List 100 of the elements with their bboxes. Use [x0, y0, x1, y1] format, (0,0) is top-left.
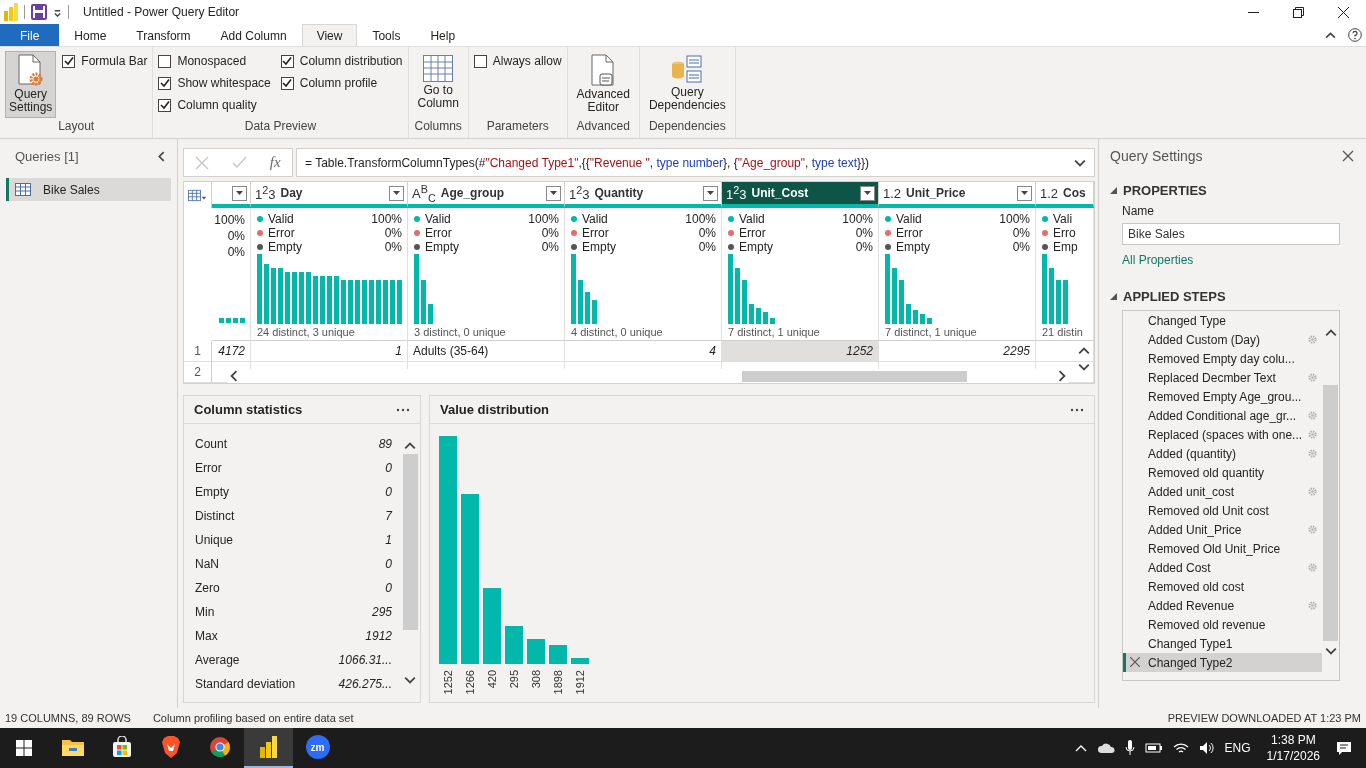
close-icon[interactable]	[1338, 6, 1349, 18]
applied-step[interactable]: Removed Old Unit_Price	[1123, 539, 1322, 558]
scroll-up-icon[interactable]	[404, 440, 416, 452]
applied-step[interactable]: Added unit_cost	[1123, 482, 1322, 501]
applied-step[interactable]: Added Unit_Price	[1123, 520, 1322, 539]
scroll-up-icon[interactable]	[1078, 345, 1090, 357]
collapse-icon[interactable]	[156, 150, 167, 162]
applied-step[interactable]: Added Custom (Day)	[1123, 330, 1322, 349]
filter-dropdown-button[interactable]	[860, 185, 875, 201]
data-type-label[interactable]: 1$^{2}$3	[726, 183, 747, 203]
chevron-up-icon[interactable]	[1074, 744, 1087, 752]
scroll-down-icon[interactable]	[1324, 645, 1337, 657]
ribbon-button[interactable]: Query Dependencies	[644, 51, 730, 116]
scrollbar-thumb[interactable]	[742, 371, 967, 382]
applied-step[interactable]: Added Cost	[1123, 558, 1322, 577]
data-type-label[interactable]: 1$^{2}$3	[255, 183, 276, 203]
applied-step[interactable]: Removed Empty day colu...	[1123, 349, 1322, 368]
data-type-label[interactable]: 1$^{2}$3	[569, 183, 590, 203]
delete-icon[interactable]	[1130, 657, 1140, 667]
query-item[interactable]: Bike Sales	[6, 178, 171, 201]
checkbox[interactable]	[62, 54, 76, 68]
database-list-icon	[670, 54, 705, 86]
clock-time[interactable]: 1:38 PM	[1270, 732, 1316, 748]
scroll-down-icon[interactable]	[1078, 361, 1090, 373]
save-icon[interactable]	[31, 4, 47, 20]
applied-step[interactable]: Replaced Decmber Text	[1123, 368, 1322, 387]
close-icon[interactable]	[1342, 150, 1354, 162]
check-icon[interactable]	[232, 156, 248, 169]
bar-label: 1912	[574, 670, 586, 695]
checkbox[interactable]	[280, 54, 294, 68]
scrollbar-thumb[interactable]	[402, 454, 418, 630]
filter-dropdown-button[interactable]	[546, 185, 561, 201]
formula-field[interactable]: = Table.TransformColumnTypes(#"Changed Type1",{{"Revenue ", type number}, {"Age_group", type text}})	[296, 148, 1095, 177]
dropdown-icon[interactable]	[53, 7, 62, 17]
all-properties-link[interactable]: All Properties	[1122, 253, 1194, 267]
more-options-icon[interactable]	[396, 407, 410, 412]
data-type-label[interactable]: 1.2	[1040, 185, 1059, 201]
filter-dropdown-button[interactable]	[703, 185, 718, 201]
wifi-icon[interactable]	[1172, 741, 1189, 755]
checkbox[interactable]	[473, 54, 487, 68]
statistic-label: NaN	[195, 557, 219, 571]
ribbon-tab[interactable]: Tools	[357, 24, 416, 46]
applied-step[interactable]: Removed old quantity	[1123, 463, 1322, 482]
taskbar-app[interactable]: zm	[293, 728, 342, 768]
file-menu-button[interactable]: File	[0, 24, 60, 46]
ribbon-tab[interactable]: Home	[59, 24, 122, 46]
volume-icon[interactable]	[1198, 741, 1215, 755]
battery-icon[interactable]	[1144, 742, 1163, 754]
applied-step[interactable]: Removed old cost	[1123, 577, 1322, 596]
collapse-triangle-icon[interactable]	[1110, 292, 1117, 300]
more-options-icon[interactable]	[1070, 407, 1084, 412]
ribbon-tab[interactable]: Add Column	[205, 24, 302, 46]
distribution-drawing	[571, 254, 597, 324]
column-header[interactable]: 1$^{2}$3 Day	[251, 182, 408, 208]
filter-dropdown-button[interactable]	[389, 185, 404, 201]
table-menu-icon[interactable]	[188, 188, 207, 202]
collapse-triangle-icon[interactable]	[1110, 186, 1117, 194]
checkbox[interactable]	[158, 98, 172, 112]
ribbon-button[interactable]: Go to Column	[413, 51, 463, 114]
scroll-down-icon[interactable]	[404, 674, 416, 686]
filter-dropdown-button[interactable]	[1017, 185, 1032, 201]
ribbon-tab[interactable]: View	[301, 24, 358, 46]
applied-step[interactable]: Added Revenue	[1123, 596, 1322, 615]
applied-step[interactable]: Added (quantity)	[1123, 444, 1322, 463]
checkbox[interactable]	[280, 76, 294, 90]
applied-step[interactable]: Added Conditional age_gr...	[1123, 406, 1322, 425]
clock-date[interactable]: 1/17/2026	[1266, 748, 1320, 764]
applied-step[interactable]: Removed old Unit cost	[1123, 501, 1322, 520]
scrollbar-thumb[interactable]	[1323, 385, 1338, 641]
column-header[interactable]: 1.2 Cos	[1036, 182, 1094, 208]
applied-step[interactable]: Removed Empty Age_grou...	[1123, 387, 1322, 406]
applied-step[interactable]: Removed old revenue	[1123, 615, 1322, 634]
checkbox[interactable]	[158, 54, 172, 68]
applied-step[interactable]: Changed Type	[1123, 311, 1322, 330]
scroll-up-icon[interactable]	[1324, 327, 1337, 339]
applied-step[interactable]: Changed Type2	[1123, 653, 1322, 672]
restore-icon[interactable]	[1293, 6, 1304, 18]
notification-icon[interactable]	[1336, 740, 1352, 756]
microphone-icon[interactable]	[1124, 740, 1135, 756]
column-header[interactable]: 1.2 Unit_Price	[879, 182, 1036, 208]
cloud-icon[interactable]	[1096, 742, 1115, 754]
column-header[interactable]: 1$^{2}$3 Unit_Cost	[722, 182, 879, 208]
name-field[interactable]: Bike Sales	[1122, 223, 1340, 245]
filter-dropdown-button[interactable]	[232, 185, 247, 201]
ribbon-tab[interactable]: Transform	[121, 24, 206, 46]
insert-function-button[interactable]: fx	[269, 154, 281, 171]
language-indicator[interactable]: ENG	[1224, 741, 1251, 755]
scroll-right-icon[interactable]	[1056, 370, 1068, 382]
ribbon-tab[interactable]: Help	[415, 24, 471, 46]
applied-step[interactable]: Replaced (spaces with one...	[1123, 425, 1322, 444]
taskbar-app[interactable]	[244, 728, 293, 768]
applied-step[interactable]: Changed Type1	[1123, 634, 1322, 653]
scroll-left-icon[interactable]	[228, 370, 240, 382]
help-icon[interactable]	[1348, 28, 1362, 42]
collapse-ribbon-icon[interactable]	[1325, 29, 1336, 41]
checkbox[interactable]	[158, 76, 172, 90]
data-type-label[interactable]: 1.2	[883, 185, 902, 201]
ribbon-button[interactable]: Advanced Editor	[572, 51, 634, 118]
ribbon-button[interactable]: Query Settings	[5, 51, 57, 118]
windows-start-icon[interactable]	[16, 740, 32, 756]
